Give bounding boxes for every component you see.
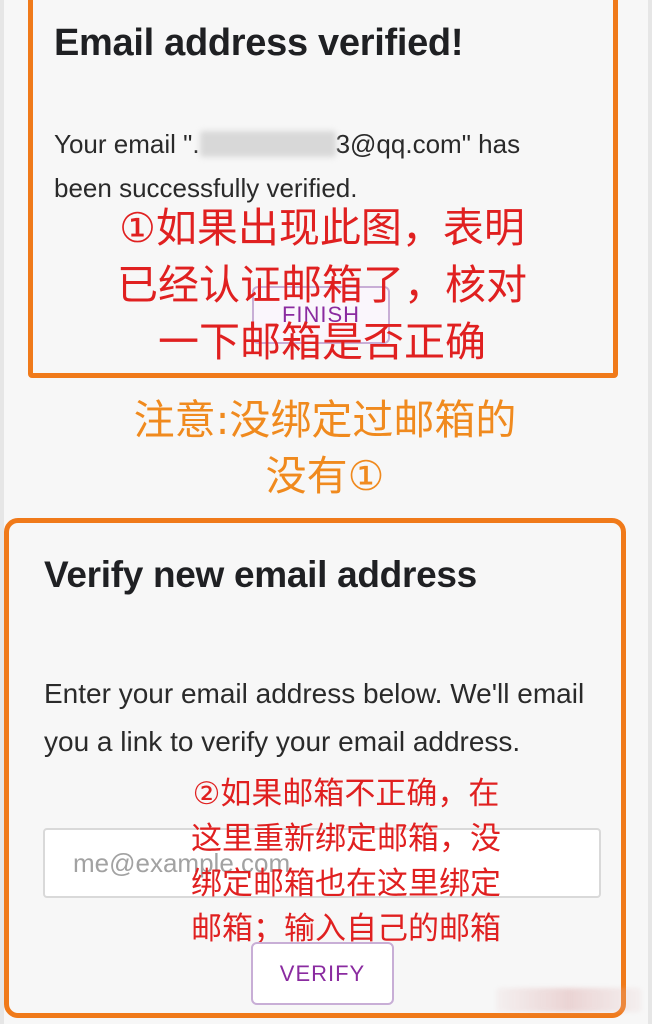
- verify-button[interactable]: VERIFY: [251, 942, 394, 1005]
- annotation-line: 注意:没绑定过邮箱的: [133, 396, 517, 444]
- annotation-middle-note: 注意:没绑定过邮箱的 没有①: [60, 392, 590, 504]
- annotation-line: 已经认证邮箱了，核对: [117, 261, 527, 309]
- redacted-email-blur: [199, 131, 336, 157]
- verified-message: Your email ". 3@qq.com" has been successf…: [54, 122, 534, 210]
- watermark: [496, 988, 642, 1012]
- page: Email address verified! Your email ". 3@q…: [0, 0, 652, 1024]
- annotation-verify-note: ②如果邮箱不正确，在 这里重新绑定邮箱，没 绑定邮箱也在这里绑定 邮箱；输入自己…: [156, 772, 536, 952]
- annotation-line: 绑定邮箱也在这里绑定: [191, 866, 501, 902]
- annotation-verified-note: ①如果出现此图，表明 已经认证邮箱了，核对 一下邮箱是否正确: [62, 200, 582, 371]
- verify-description: Enter your email address below. We'll em…: [44, 678, 585, 757]
- screen-edge-right: [648, 0, 652, 1024]
- verified-message-prefix: Your email ".: [54, 129, 200, 159]
- annotation-line: 没有①: [265, 452, 385, 500]
- annotation-line: ①如果出现此图，表明: [119, 204, 525, 252]
- annotation-line: 这里重新绑定邮箱，没: [191, 821, 501, 857]
- annotation-line: 一下邮箱是否正确: [158, 318, 486, 366]
- verify-title: Verify new email address: [44, 554, 477, 595]
- verified-title: Email address verified!: [54, 22, 464, 64]
- annotation-line: ②如果邮箱不正确，在: [192, 776, 500, 812]
